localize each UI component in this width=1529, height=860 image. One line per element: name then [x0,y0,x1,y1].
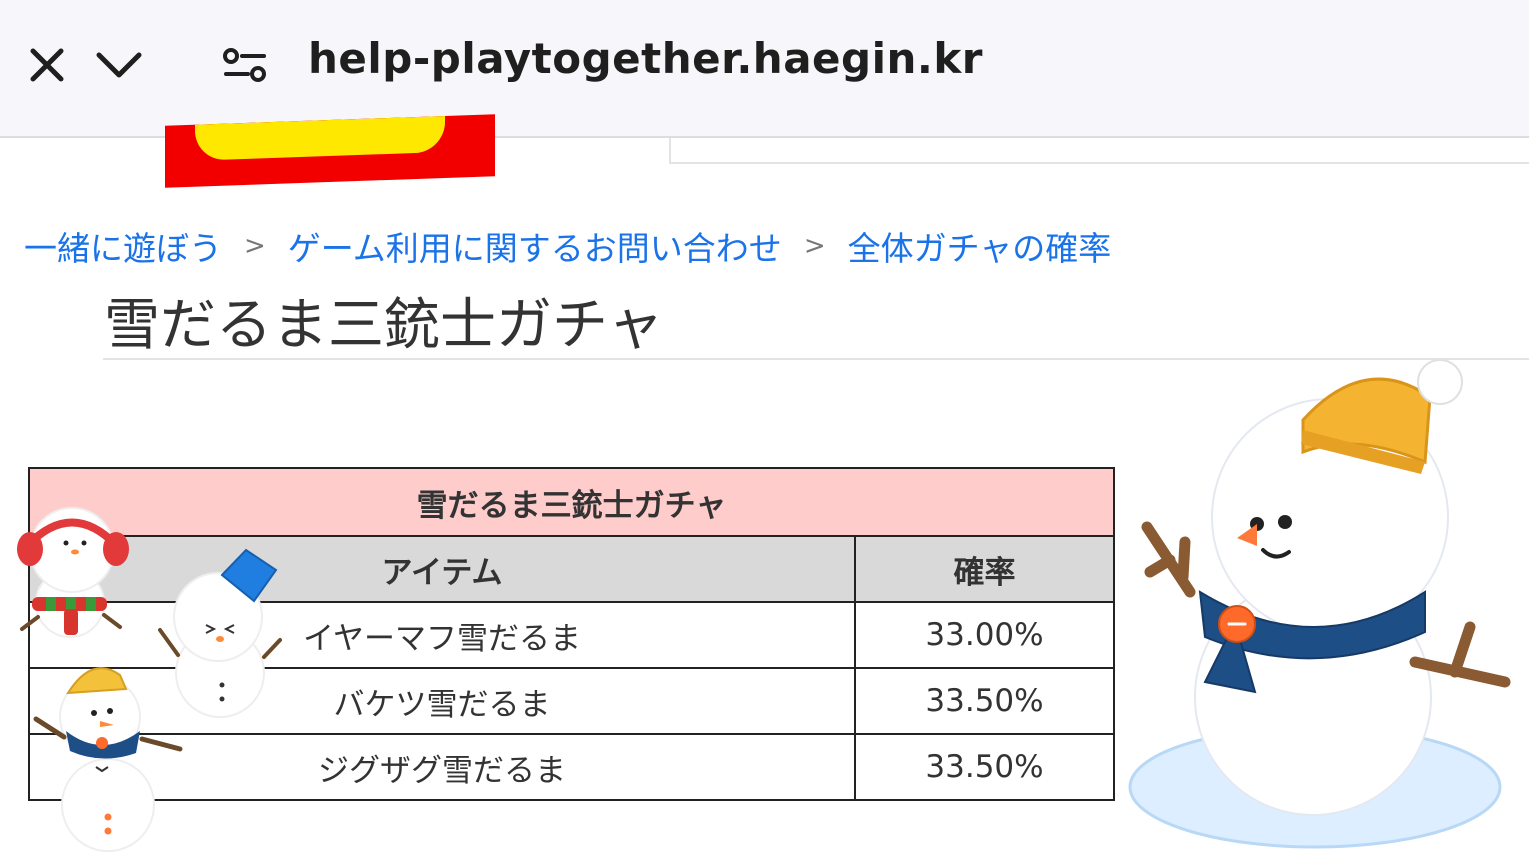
logo-graphic [195,115,445,161]
rate-cell: 33.50% [854,667,1115,735]
site-logo[interactable] [165,114,495,188]
breadcrumb-separator: > [803,231,826,261]
breadcrumb-item-section[interactable]: 全体ガチャの確率 [848,222,1112,270]
page-title: 雪だるま三銃士ガチャ [104,293,664,358]
table-row: ジグザグ雪だるま 33.50% [28,733,1115,801]
browser-toolbar: help-playtogether.haegin.kr [0,0,1529,138]
large-snowman-sticker [1128,359,1511,849]
breadcrumb-item-home[interactable]: 一緒に遊ぼう [24,222,222,270]
column-header-rate: 確率 [854,535,1115,603]
table-caption-row: 雪だるま三銃士ガチャ [28,467,1115,537]
table-caption: 雪だるま三銃士ガチャ [28,467,1115,537]
breadcrumb-separator: > [244,231,266,261]
earmuff-snowman-sticker [17,507,129,638]
tune-icon[interactable] [220,40,270,90]
url-text[interactable]: help-playtogether.haegin.kr [308,34,983,83]
chevron-down-icon[interactable] [94,40,144,90]
zigzag-snowman-sticker [33,667,183,852]
breadcrumb: 一緒に遊ぼう > ゲーム利用に関するお問い合わせ > 全体ガチャの確率 [24,222,1111,270]
breadcrumb-item-category[interactable]: ゲーム利用に関するお問い合わせ [288,222,782,270]
rate-cell: 33.50% [854,733,1115,801]
header-divider [669,138,1529,164]
rate-cell: 33.00% [854,601,1115,669]
close-icon[interactable] [22,40,72,90]
